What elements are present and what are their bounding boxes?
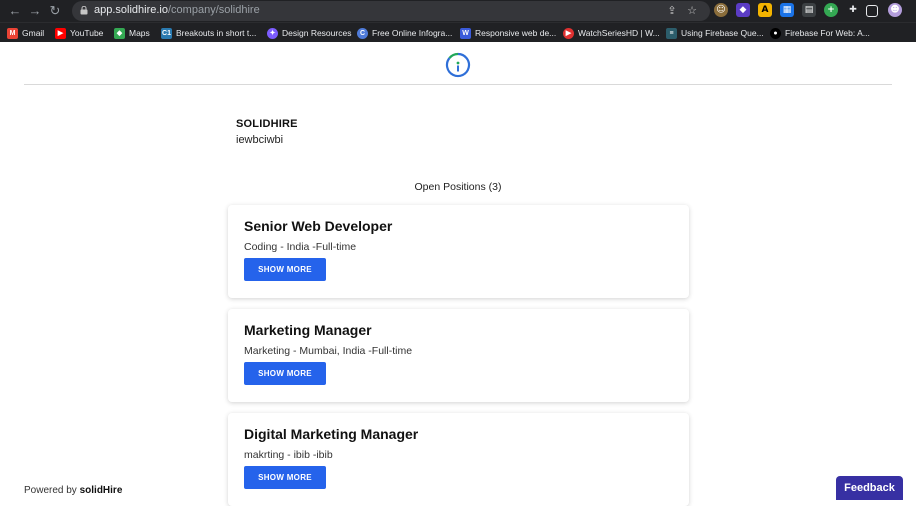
company-name: SOLIDHIRE bbox=[236, 118, 298, 130]
feedback-button[interactable]: Feedback bbox=[836, 476, 903, 500]
extension-plus-icon[interactable]: + bbox=[824, 3, 838, 17]
w-icon: W bbox=[460, 27, 471, 39]
extension-grid-icon[interactable]: ▤ bbox=[802, 3, 816, 17]
share-icon[interactable]: ⇪ bbox=[664, 3, 680, 19]
watchseries-icon: ▶ bbox=[563, 27, 574, 39]
bookmark-star-icon[interactable]: ☆ bbox=[684, 3, 700, 19]
reload-icon[interactable]: ↻ bbox=[46, 2, 64, 20]
show-more-button[interactable]: SHOW MORE bbox=[244, 258, 326, 281]
bookmarks-bar: M Gmail ▶ YouTube ◆ Maps C1 Breakouts in sho… bbox=[0, 22, 916, 42]
solidhire-logo-icon[interactable] bbox=[445, 52, 471, 78]
extension-puzzle-badge-icon[interactable]: ◆ bbox=[736, 3, 750, 17]
extension-avatar-icon[interactable]: ☺ bbox=[714, 3, 728, 17]
youtube-icon: ▶ bbox=[55, 27, 66, 39]
bookmark-firebase-web[interactable]: ● Firebase For Web: A... bbox=[770, 25, 870, 41]
address-bar[interactable]: app.solidhire.io/company/solidhire ⇪ ☆ bbox=[72, 1, 710, 21]
bookmark-youtube[interactable]: ▶ YouTube bbox=[55, 25, 103, 41]
bookmark-maps[interactable]: ◆ Maps bbox=[114, 25, 150, 41]
url-host: app.solidhire.io bbox=[94, 4, 168, 16]
url-text[interactable]: app.solidhire.io/company/solidhire bbox=[94, 4, 260, 16]
job-title: Digital Marketing Manager bbox=[244, 426, 419, 442]
infographic-icon: C bbox=[357, 27, 368, 39]
c1-icon: C1 bbox=[161, 27, 172, 39]
bookmark-watchseries[interactable]: ▶ WatchSeriesHD | W... bbox=[563, 25, 660, 41]
bookmark-label: Gmail bbox=[22, 28, 45, 38]
job-meta: Coding - India -Full-time bbox=[244, 241, 357, 253]
stackoverflow-icon: ≡ bbox=[666, 27, 677, 39]
job-card: Marketing Manager Marketing - Mumbai, In… bbox=[228, 309, 689, 402]
powered-by-brand[interactable]: solidHire bbox=[80, 485, 123, 496]
bookmark-label: YouTube bbox=[70, 28, 104, 38]
medium-icon: ● bbox=[770, 27, 781, 39]
bookmark-label: Maps bbox=[129, 28, 150, 38]
header-divider bbox=[24, 84, 892, 85]
gmail-icon: M bbox=[7, 27, 18, 39]
bookmark-label: Firebase For Web: A... bbox=[785, 28, 870, 38]
company-description: iewbciwbi bbox=[236, 134, 284, 146]
design-resources-icon: ✦ bbox=[267, 27, 278, 39]
extensions-puzzle-icon[interactable]: ✚ bbox=[846, 3, 860, 17]
bookmark-label: Free Online Infogra... bbox=[372, 28, 453, 38]
job-card: Senior Web Developer Coding - India -Ful… bbox=[228, 205, 689, 298]
bookmark-responsive-web[interactable]: W Responsive web de... bbox=[460, 25, 556, 41]
job-meta: Marketing - Mumbai, India -Full-time bbox=[244, 345, 413, 357]
bookmark-infographic[interactable]: C Free Online Infogra... bbox=[357, 25, 452, 41]
bookmark-label: WatchSeriesHD | W... bbox=[578, 28, 660, 38]
back-arrow-icon[interactable]: ← bbox=[6, 2, 24, 20]
bookmark-design-resources[interactable]: ✦ Design Resources bbox=[267, 25, 351, 41]
job-card: Digital Marketing Manager makrting - ibi… bbox=[228, 413, 689, 506]
extension-a-icon[interactable]: A bbox=[758, 3, 772, 17]
lock-icon bbox=[80, 6, 88, 15]
bookmark-gmail[interactable]: M Gmail bbox=[7, 25, 44, 41]
bookmark-firebase-query[interactable]: ≡ Using Firebase Que... bbox=[666, 25, 764, 41]
forward-arrow-icon[interactable]: → bbox=[26, 2, 44, 20]
bookmark-label: Breakouts in short t... bbox=[176, 28, 257, 38]
maps-icon: ◆ bbox=[114, 27, 125, 39]
bookmark-label: Design Resources bbox=[282, 28, 352, 38]
open-positions-heading: Open Positions (3) bbox=[414, 181, 502, 193]
job-title: Marketing Manager bbox=[244, 322, 372, 338]
side-panel-icon[interactable] bbox=[866, 5, 878, 17]
profile-avatar-icon[interactable]: ☻ bbox=[888, 3, 902, 17]
extension-qr-icon[interactable]: ▦ bbox=[780, 3, 794, 17]
bookmark-label: Using Firebase Que... bbox=[681, 28, 764, 38]
powered-by-prefix: Powered by bbox=[24, 485, 77, 496]
show-more-button[interactable]: SHOW MORE bbox=[244, 362, 326, 385]
bookmark-breakouts[interactable]: C1 Breakouts in short t... bbox=[161, 25, 256, 41]
powered-by: Powered by solidHire bbox=[24, 485, 122, 496]
url-path: /company/solidhire bbox=[168, 4, 260, 16]
show-more-button[interactable]: SHOW MORE bbox=[244, 466, 326, 489]
job-title: Senior Web Developer bbox=[244, 218, 393, 234]
job-meta: makrting - ibib -ibib bbox=[244, 449, 333, 461]
browser-toolbar: ← → ↻ app.solidhire.io/company/solidhire… bbox=[0, 0, 916, 22]
bookmark-label: Responsive web de... bbox=[475, 28, 557, 38]
